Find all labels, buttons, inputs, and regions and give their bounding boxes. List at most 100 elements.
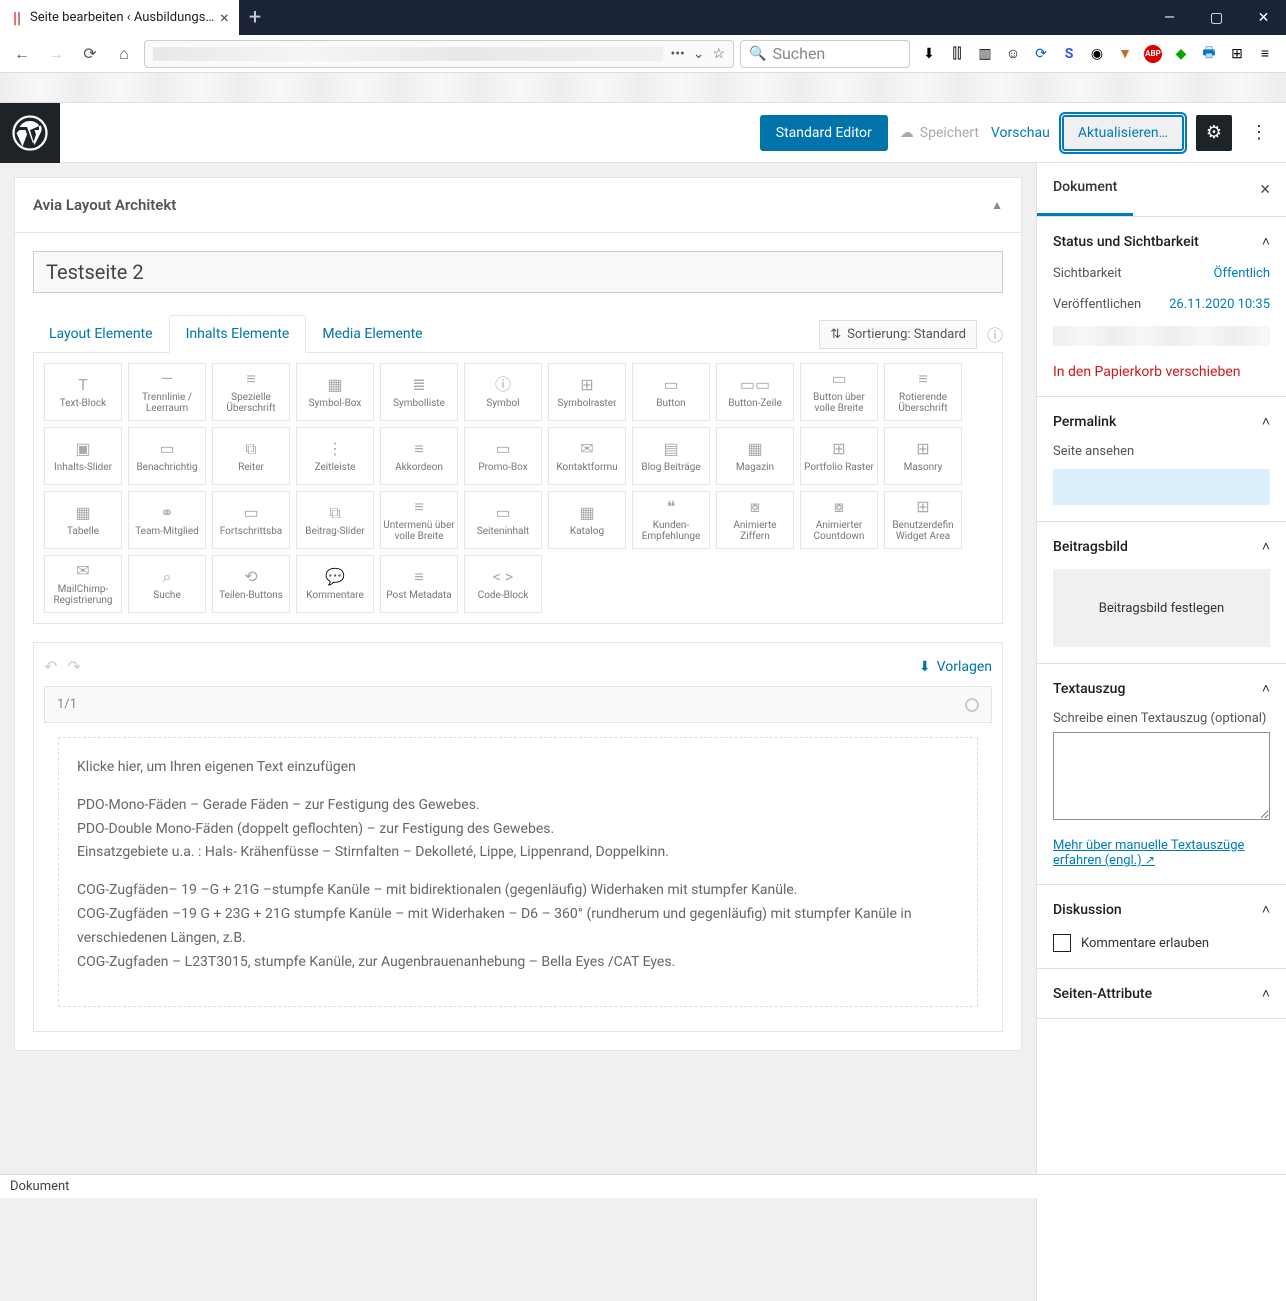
sidebar-tab-document[interactable]: Dokument — [1037, 163, 1133, 216]
publish-value[interactable]: 26.11.2020 10:35 — [1169, 297, 1270, 312]
element-tile[interactable]: ✉MailChimp-Registrierung — [44, 555, 122, 613]
redo-button[interactable]: ↷ — [67, 657, 80, 676]
sb-attributes-header[interactable]: Seiten-Attribute ˄ — [1053, 985, 1270, 1002]
hamburger-icon[interactable]: ≡ — [1256, 45, 1274, 63]
ext1-icon[interactable]: ☺ — [1004, 45, 1022, 63]
ext2-icon[interactable]: ⟳ — [1032, 45, 1050, 63]
element-tile[interactable]: ▭Button — [632, 363, 710, 421]
sb-discussion-header[interactable]: Diskussion ˄ — [1053, 901, 1270, 918]
element-tile[interactable]: ⊞Masonry — [884, 427, 962, 485]
section-handle-icon[interactable] — [965, 698, 979, 712]
sb-permalink-header[interactable]: Permalink ˄ — [1053, 413, 1270, 430]
element-tile[interactable]: ▭▭Button-Zeile — [716, 363, 794, 421]
element-tile[interactable]: ≡Rotierende Überschrift — [884, 363, 962, 421]
preview-button[interactable]: Vorschau — [991, 125, 1050, 141]
info-icon[interactable]: ⓘ — [987, 322, 1003, 346]
nav-forward-button[interactable]: → — [42, 40, 70, 68]
element-tile[interactable]: ⟲Teilen-Buttons — [212, 555, 290, 613]
element-tile[interactable]: ⧉Reiter — [212, 427, 290, 485]
more-menu-button[interactable]: ⋮ — [1244, 122, 1274, 143]
tab-layout-elements[interactable]: Layout Elemente — [33, 316, 169, 352]
element-tile[interactable]: ▭Button über volle Breite — [800, 363, 878, 421]
tab-content-elements[interactable]: Inhalts Elemente — [169, 315, 307, 353]
ext4-icon[interactable]: ▼ — [1116, 45, 1134, 63]
pocket-icon[interactable]: ⌄ — [693, 46, 705, 62]
element-tile[interactable]: ▭Benachrichtig — [128, 427, 206, 485]
element-tile[interactable]: ≡Untermenü über volle Breite — [380, 491, 458, 549]
ext7-icon[interactable]: ⊞ — [1228, 45, 1246, 63]
visibility-value[interactable]: Öffentlich — [1214, 266, 1270, 281]
ext-s-icon[interactable]: S — [1060, 45, 1078, 63]
element-tile[interactable]: ⧇Animierte Ziffern — [716, 491, 794, 549]
sb-status-header[interactable]: Status und Sichtbarkeit ˄ — [1053, 233, 1270, 250]
excerpt-textarea[interactable] — [1053, 732, 1270, 820]
element-tile[interactable]: ▦Katalog — [548, 491, 626, 549]
browser-search[interactable]: 🔍 Suchen — [740, 40, 910, 68]
element-tile[interactable]: ▣Inhalts-Slider — [44, 427, 122, 485]
element-tile[interactable]: ✉Kontaktformu — [548, 427, 626, 485]
tab-media-elements[interactable]: Media Elemente — [306, 316, 438, 352]
element-tile[interactable]: ▤Blog Beiträge — [632, 427, 710, 485]
tab-close-icon[interactable]: × — [220, 8, 229, 27]
bookmark-icon[interactable]: ☆ — [712, 46, 725, 62]
element-tile[interactable]: < >Code-Block — [464, 555, 542, 613]
element-tile[interactable]: ⊞Symbolraster — [548, 363, 626, 421]
window-close-button[interactable]: ✕ — [1241, 0, 1286, 35]
sort-dropdown[interactable]: ⇅ Sortierung: Standard — [819, 320, 977, 349]
element-tile[interactable]: ▭Promo-Box — [464, 427, 542, 485]
set-featured-image-button[interactable]: Beitragsbild festlegen — [1053, 569, 1270, 647]
avia-panel-header[interactable]: Avia Layout Architekt ▲ — [15, 178, 1021, 233]
element-tile[interactable]: ⊞Portfolio Raster — [800, 427, 878, 485]
ext3-icon[interactable]: ◉ — [1088, 45, 1106, 63]
element-tile[interactable]: ⋮Zeitleiste — [296, 427, 374, 485]
sb-featured-header[interactable]: Beitragsbild ˄ — [1053, 538, 1270, 555]
settings-button[interactable]: ⚙ — [1196, 115, 1232, 151]
new-tab-button[interactable]: + — [239, 5, 271, 30]
excerpt-help-link[interactable]: Mehr über manuelle Textauszüge erfahren … — [1053, 838, 1270, 868]
browser-tab[interactable]: || Seite bearbeiten ‹ Ausbildungs… × — [0, 0, 239, 35]
element-tile[interactable]: ⊞Benutzerdefin Widget Area — [884, 491, 962, 549]
element-tile[interactable]: ≡Spezielle Überschrift — [212, 363, 290, 421]
section-row[interactable]: 1/1 — [44, 686, 992, 723]
adblock-icon[interactable]: ABP — [1144, 45, 1162, 63]
nav-home-button[interactable]: ⌂ — [110, 40, 138, 68]
collapse-icon[interactable]: ▲ — [991, 198, 1003, 212]
reader-icon[interactable]: ••• — [671, 46, 685, 62]
element-tile[interactable]: ⚭Team-Mitglied — [128, 491, 206, 549]
standard-editor-button[interactable]: Standard Editor — [760, 115, 888, 151]
element-tile[interactable]: ≣Symbolliste — [380, 363, 458, 421]
trash-button[interactable]: In den Papierkorb verschieben — [1053, 364, 1270, 380]
element-tile[interactable]: ≡Post Metadata — [380, 555, 458, 613]
element-tile[interactable]: ≡Akkordeon — [380, 427, 458, 485]
ext5-icon[interactable]: ◆ — [1172, 45, 1190, 63]
element-tile[interactable]: TText-Block — [44, 363, 122, 421]
nav-reload-button[interactable]: ⟳ — [76, 40, 104, 68]
element-tile[interactable]: ⌕Suche — [128, 555, 206, 613]
element-tile[interactable]: ▭Seiteninhalt — [464, 491, 542, 549]
wordpress-logo[interactable] — [0, 103, 60, 163]
element-tile[interactable]: ⧇Animierter Countdown — [800, 491, 878, 549]
element-tile[interactable]: ▦Magazin — [716, 427, 794, 485]
download-icon[interactable]: ⬇ — [920, 45, 938, 63]
window-maximize-button[interactable]: ▢ — [1194, 0, 1239, 35]
ext6-icon[interactable]: 🖶 — [1200, 45, 1218, 63]
element-tile[interactable]: 💬Kommentare — [296, 555, 374, 613]
text-block-content[interactable]: Klicke hier, um Ihren eigenen Text einzu… — [58, 737, 978, 1007]
url-bar[interactable]: ••• ⌄ ☆ — [144, 40, 734, 68]
sidebar-icon[interactable]: ▥ — [976, 45, 994, 63]
sidebar-close-button[interactable]: × — [1244, 163, 1286, 216]
undo-button[interactable]: ↶ — [44, 657, 57, 676]
nav-back-button[interactable]: ← — [8, 40, 36, 68]
page-title-input[interactable] — [33, 251, 1003, 293]
element-tile[interactable]: ▦Symbol-Box — [296, 363, 374, 421]
element-tile[interactable]: ❝Kunden-Empfehlunge — [632, 491, 710, 549]
templates-button[interactable]: ⬇ Vorlagen — [919, 659, 992, 675]
element-tile[interactable]: —Trennlinie / Leerraum — [128, 363, 206, 421]
element-tile[interactable]: ⧉Beitrag-Slider — [296, 491, 374, 549]
element-tile[interactable]: ▭Fortschrittsba — [212, 491, 290, 549]
library-icon[interactable]: ⫿⫿ — [948, 45, 966, 63]
update-button[interactable]: Aktualisieren… — [1062, 115, 1184, 151]
allow-comments-checkbox[interactable]: Kommentare erlauben — [1053, 934, 1270, 952]
permalink-url[interactable] — [1053, 469, 1270, 505]
element-tile[interactable]: ⓘSymbol — [464, 363, 542, 421]
